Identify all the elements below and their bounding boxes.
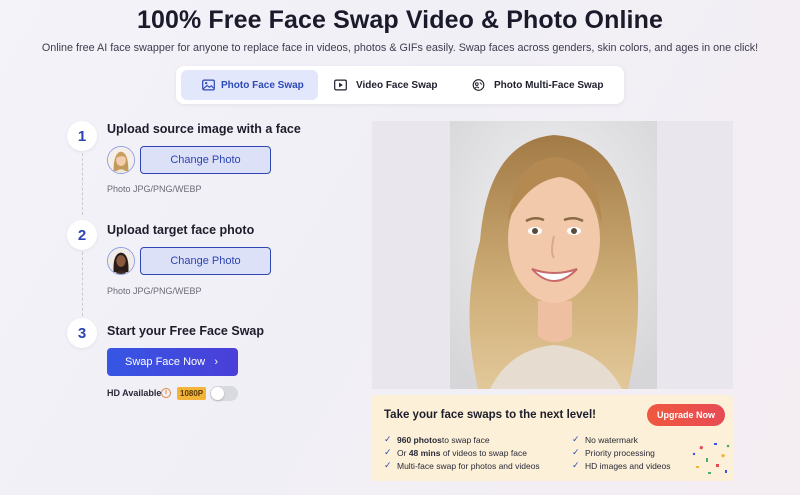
preview-photo <box>450 121 657 389</box>
change-source-photo-button[interactable]: Change Photo <box>140 146 271 174</box>
target-format-hint: Photo JPG/PNG/WEBP <box>107 286 202 296</box>
hd-available-label: HD Available <box>107 388 162 398</box>
feature-item: ✓ Priority processing <box>572 447 655 458</box>
step-1-title: Upload source image with a face <box>107 122 301 136</box>
feature-text: Priority processing <box>585 447 655 458</box>
step-2-title: Upload target face photo <box>107 223 255 237</box>
feature-highlight: 48 mins <box>408 447 441 458</box>
feature-item: ✓ No watermark <box>572 434 638 445</box>
page-title: 100% Free Face Swap Video & Photo Online <box>137 6 663 34</box>
swap-button-label: Swap Face Now <box>125 356 206 368</box>
tab-label: Photo Multi-Face Swap <box>494 79 604 91</box>
hd-toggle[interactable] <box>210 386 238 401</box>
step-connector <box>82 153 83 215</box>
change-target-photo-button[interactable]: Change Photo <box>140 247 271 275</box>
feature-item: ✓ Or 48 mins of videos to swap face <box>384 447 527 458</box>
feature-text: to swap face <box>441 434 490 445</box>
feature-prefix: Or <box>397 447 409 458</box>
page-subtitle: Online free AI face swapper for anyone t… <box>41 42 759 54</box>
source-face-avatar[interactable] <box>107 146 135 174</box>
check-icon: ✓ <box>572 460 580 470</box>
target-face-avatar[interactable] <box>107 247 135 275</box>
feature-item: ✓ Multi-face swap for photos and videos <box>384 460 540 471</box>
check-icon: ✓ <box>572 447 580 457</box>
feature-item: ✓ 960 photos to swap face <box>384 434 490 445</box>
step-number-2: 2 <box>67 220 97 250</box>
check-icon: ✓ <box>384 460 392 470</box>
feature-text: Multi-face swap for photos and videos <box>397 460 540 471</box>
check-icon: ✓ <box>384 434 392 444</box>
step-connector <box>82 252 83 316</box>
multi-face-icon <box>472 79 485 91</box>
step-number-3: 3 <box>67 318 97 348</box>
feature-item: ✓ HD images and videos <box>572 460 671 471</box>
image-icon <box>202 79 215 91</box>
mode-tabs: Photo Face Swap Video Face Swap Photo Mu… <box>176 66 624 104</box>
toggle-knob <box>211 387 224 400</box>
source-format-hint: Photo JPG/PNG/WEBP <box>107 184 202 194</box>
feature-text: of videos to swap face <box>440 447 527 458</box>
step-number-1: 1 <box>67 121 97 151</box>
feature-text: HD images and videos <box>585 460 671 471</box>
step-3-title: Start your Free Face Swap <box>107 324 265 338</box>
upgrade-now-button[interactable]: Upgrade Now <box>647 404 725 426</box>
tab-label: Photo Face Swap <box>221 79 304 91</box>
promo-title: Take your face swaps to the next level! <box>384 409 596 421</box>
resolution-badge: 1080P <box>177 387 207 400</box>
tab-photo-face-swap[interactable]: Photo Face Swap <box>181 70 318 100</box>
feature-text: No watermark <box>585 434 638 445</box>
check-icon: ✓ <box>572 434 580 444</box>
confetti-decoration-icon <box>692 443 730 474</box>
tab-label: Video Face Swap <box>356 79 438 91</box>
info-icon[interactable]: i <box>161 388 171 398</box>
tab-photo-multi-face-swap[interactable]: Photo Multi-Face Swap <box>472 70 612 100</box>
video-icon <box>334 79 347 91</box>
swap-face-now-button[interactable]: Swap Face Now › <box>107 348 238 376</box>
feature-highlight: 960 photos <box>397 434 442 445</box>
tab-video-face-swap[interactable]: Video Face Swap <box>334 70 444 100</box>
chevron-right-icon: › <box>214 356 218 368</box>
check-icon: ✓ <box>384 447 392 457</box>
